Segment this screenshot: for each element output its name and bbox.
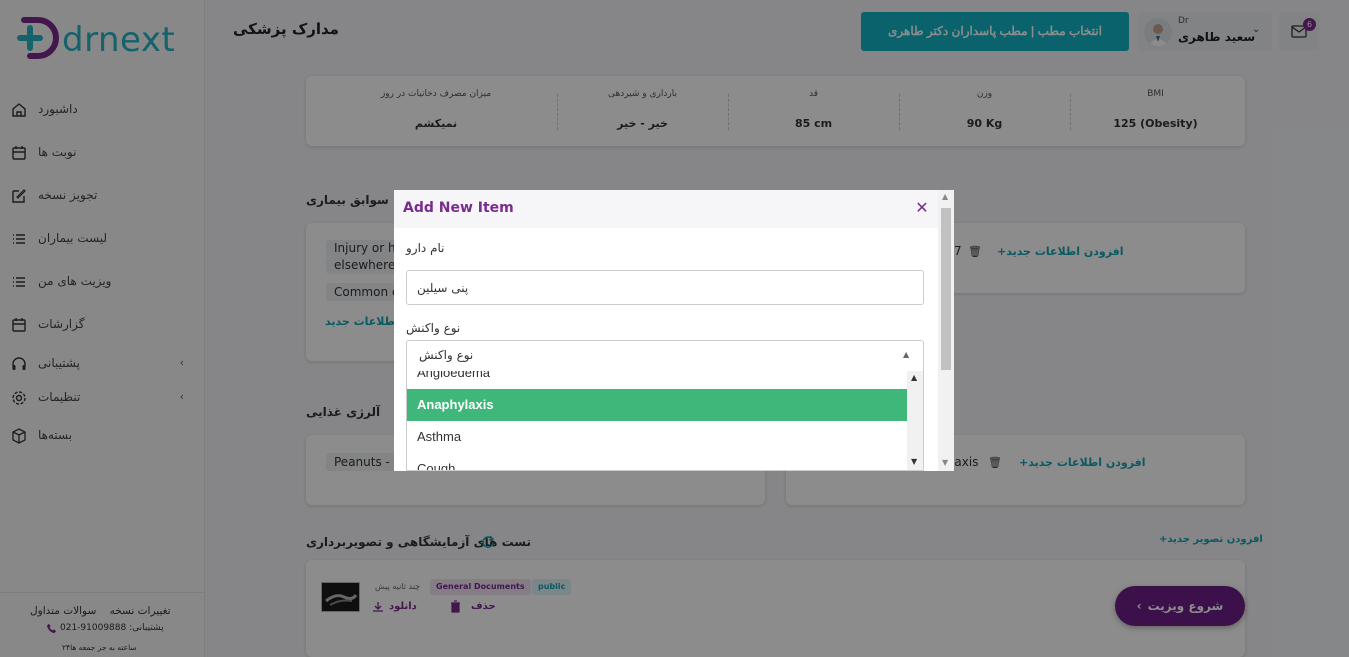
option-angioedema[interactable]: Angioedema xyxy=(407,371,907,389)
dropdown-scrollbar[interactable]: ▲ ▼ xyxy=(907,371,923,470)
modal-header: Add New Item ✕ xyxy=(394,190,938,228)
scroll-up-icon[interactable]: ▲ xyxy=(942,192,948,201)
close-icon[interactable]: ✕ xyxy=(914,199,930,217)
scroll-up-icon[interactable]: ▲ xyxy=(911,373,917,382)
modal-scrollbar[interactable]: ▲ ▼ xyxy=(938,190,954,471)
reaction-options: Angioedema Anaphylaxis Asthma Cough xyxy=(407,371,907,470)
chevron-up-icon: ▲ xyxy=(903,350,910,359)
drug-name-label: نام دارو xyxy=(406,241,445,255)
select-value: نوع واکنش xyxy=(419,348,474,362)
reaction-type-select[interactable]: نوع واکنش ▲ xyxy=(406,340,924,372)
reaction-type-label: نوع واکنش xyxy=(406,321,461,335)
option-anaphylaxis[interactable]: Anaphylaxis xyxy=(407,389,907,421)
option-asthma[interactable]: Asthma xyxy=(407,421,907,453)
scrollbar-thumb[interactable] xyxy=(941,208,951,370)
option-cough[interactable]: Cough xyxy=(407,453,907,470)
drug-name-input[interactable] xyxy=(406,270,924,305)
add-item-modal: Add New Item ✕ نام دارو نوع واکنش نوع وا… xyxy=(394,190,954,471)
reaction-dropdown: Angioedema Anaphylaxis Asthma Cough ▲ ▼ xyxy=(406,371,924,471)
scroll-down-icon[interactable]: ▼ xyxy=(942,458,948,467)
modal-title: Add New Item xyxy=(403,200,514,216)
scroll-down-icon[interactable]: ▼ xyxy=(911,457,917,466)
